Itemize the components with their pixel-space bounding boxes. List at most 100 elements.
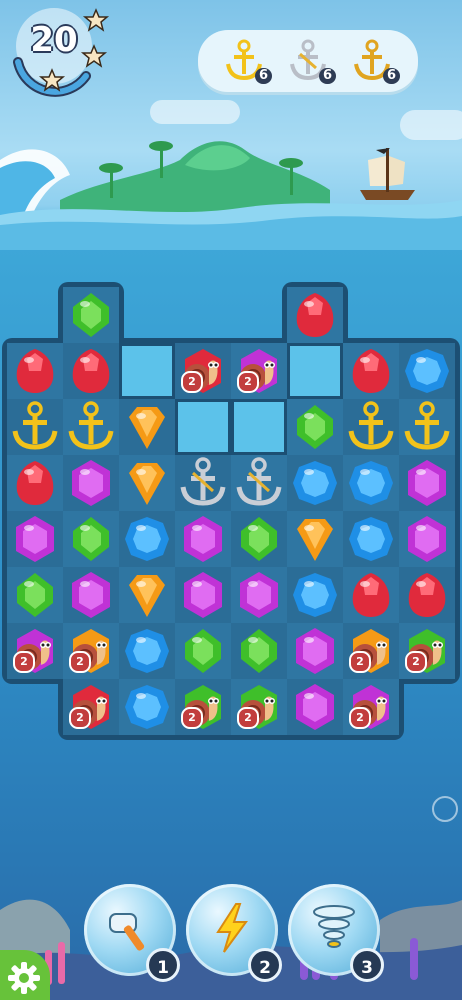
- board-cell[interactable]: [343, 399, 399, 455]
- booster-count: 1: [146, 948, 180, 982]
- empty-cell: [287, 343, 343, 399]
- gem-green-icon: [185, 629, 221, 673]
- gem-purple-icon: [296, 628, 334, 674]
- board-cell[interactable]: [287, 399, 343, 455]
- snail-hit-count: 2: [181, 707, 203, 729]
- snail-blocker: 2: [63, 623, 119, 679]
- gem-red-icon: [408, 573, 446, 617]
- silver-anchor-icon: [236, 457, 282, 506]
- board-cell[interactable]: [175, 511, 231, 567]
- gem-blue-icon: [125, 629, 169, 673]
- booster-lightning[interactable]: 2: [186, 884, 282, 982]
- snail-hit-count: 2: [405, 651, 427, 673]
- gem-blue-icon: [125, 517, 169, 561]
- silver-anchor-icon: [180, 457, 226, 506]
- board-cell[interactable]: [63, 343, 119, 399]
- gem-blue-icon: [293, 573, 337, 617]
- board-cell[interactable]: [399, 399, 455, 455]
- board-cell[interactable]: [287, 567, 343, 623]
- snail-hit-count: 2: [69, 707, 91, 729]
- board-cell[interactable]: 2: [175, 679, 231, 735]
- board-cell[interactable]: 2: [231, 343, 287, 399]
- board-cell[interactable]: [63, 567, 119, 623]
- board-cell[interactable]: [287, 623, 343, 679]
- board-cell[interactable]: [119, 679, 175, 735]
- board-cell[interactable]: [343, 455, 399, 511]
- board-cell[interactable]: [399, 567, 455, 623]
- gem-green-icon: [17, 573, 53, 617]
- gem-blue-icon: [349, 461, 393, 505]
- goals-panel: 6 6 6: [198, 30, 418, 92]
- board-cell[interactable]: [343, 567, 399, 623]
- board-cell[interactable]: [7, 399, 63, 455]
- snail-blocker: 2: [343, 679, 399, 735]
- board-cell[interactable]: [287, 679, 343, 735]
- booster-count: 2: [248, 948, 282, 982]
- booster-tornado[interactable]: 3: [288, 884, 384, 982]
- board-cell[interactable]: 2: [343, 679, 399, 735]
- moves-counter: 20: [8, 6, 116, 98]
- board-cell[interactable]: [119, 455, 175, 511]
- gem-orange-icon: [129, 575, 165, 617]
- gem-red-icon: [296, 293, 334, 337]
- board-cell[interactable]: [287, 287, 343, 343]
- board-cell[interactable]: [7, 567, 63, 623]
- snail-blocker: 2: [399, 623, 455, 679]
- board-cell[interactable]: 2: [7, 623, 63, 679]
- board-cell[interactable]: [119, 623, 175, 679]
- board-cell[interactable]: [175, 455, 231, 511]
- snail-hit-count: 2: [349, 651, 371, 673]
- gold-anchor-icon: [68, 401, 114, 450]
- board-cell[interactable]: [7, 455, 63, 511]
- gem-orange-icon: [129, 407, 165, 449]
- goal-count: 6: [254, 68, 272, 84]
- gem-green-icon: [241, 517, 277, 561]
- board-cell[interactable]: [63, 511, 119, 567]
- board-cell[interactable]: [119, 511, 175, 567]
- gem-purple-icon: [72, 460, 110, 506]
- board-cell[interactable]: [399, 343, 455, 399]
- goal-gold-anchor: 6: [222, 38, 272, 84]
- board-cell[interactable]: [175, 623, 231, 679]
- board-cell[interactable]: [343, 511, 399, 567]
- settings-button[interactable]: [0, 950, 50, 1000]
- gem-red-icon: [72, 349, 110, 393]
- island-scene: [0, 141, 462, 250]
- goal-count: 6: [318, 68, 336, 84]
- gem-red-icon: [352, 573, 390, 617]
- snail-hit-count: 2: [237, 707, 259, 729]
- snail-blocker: 2: [63, 679, 119, 735]
- board-cell[interactable]: [287, 455, 343, 511]
- board-cell[interactable]: [119, 567, 175, 623]
- gem-purple-icon: [408, 516, 446, 562]
- board-cell[interactable]: [231, 567, 287, 623]
- board-cell[interactable]: [231, 455, 287, 511]
- board-cell[interactable]: [399, 455, 455, 511]
- board-cell[interactable]: [343, 343, 399, 399]
- board-cell[interactable]: [7, 511, 63, 567]
- gem-blue-icon: [349, 517, 393, 561]
- board-cell[interactable]: 2: [399, 623, 455, 679]
- board-cell[interactable]: [7, 343, 63, 399]
- booster-hammer[interactable]: 1: [84, 884, 180, 982]
- board-cell[interactable]: [175, 567, 231, 623]
- snail-blocker: 2: [7, 623, 63, 679]
- empty-cell: [175, 399, 231, 455]
- gem-orange-icon: [129, 463, 165, 505]
- board-cell[interactable]: [231, 623, 287, 679]
- board-cell[interactable]: 2: [231, 679, 287, 735]
- board-cell[interactable]: [119, 399, 175, 455]
- board-cell[interactable]: 2: [343, 623, 399, 679]
- board-cell[interactable]: [63, 455, 119, 511]
- board-cell[interactable]: [287, 511, 343, 567]
- board-cell[interactable]: [231, 511, 287, 567]
- board-cell[interactable]: [63, 287, 119, 343]
- gold-anchor-icon: [348, 401, 394, 450]
- board-cell[interactable]: [399, 511, 455, 567]
- board-cell[interactable]: [63, 399, 119, 455]
- board-cell[interactable]: 2: [175, 343, 231, 399]
- gem-blue-icon: [125, 685, 169, 729]
- board-cell[interactable]: 2: [63, 623, 119, 679]
- board-cell[interactable]: 2: [63, 679, 119, 735]
- gem-green-icon: [241, 629, 277, 673]
